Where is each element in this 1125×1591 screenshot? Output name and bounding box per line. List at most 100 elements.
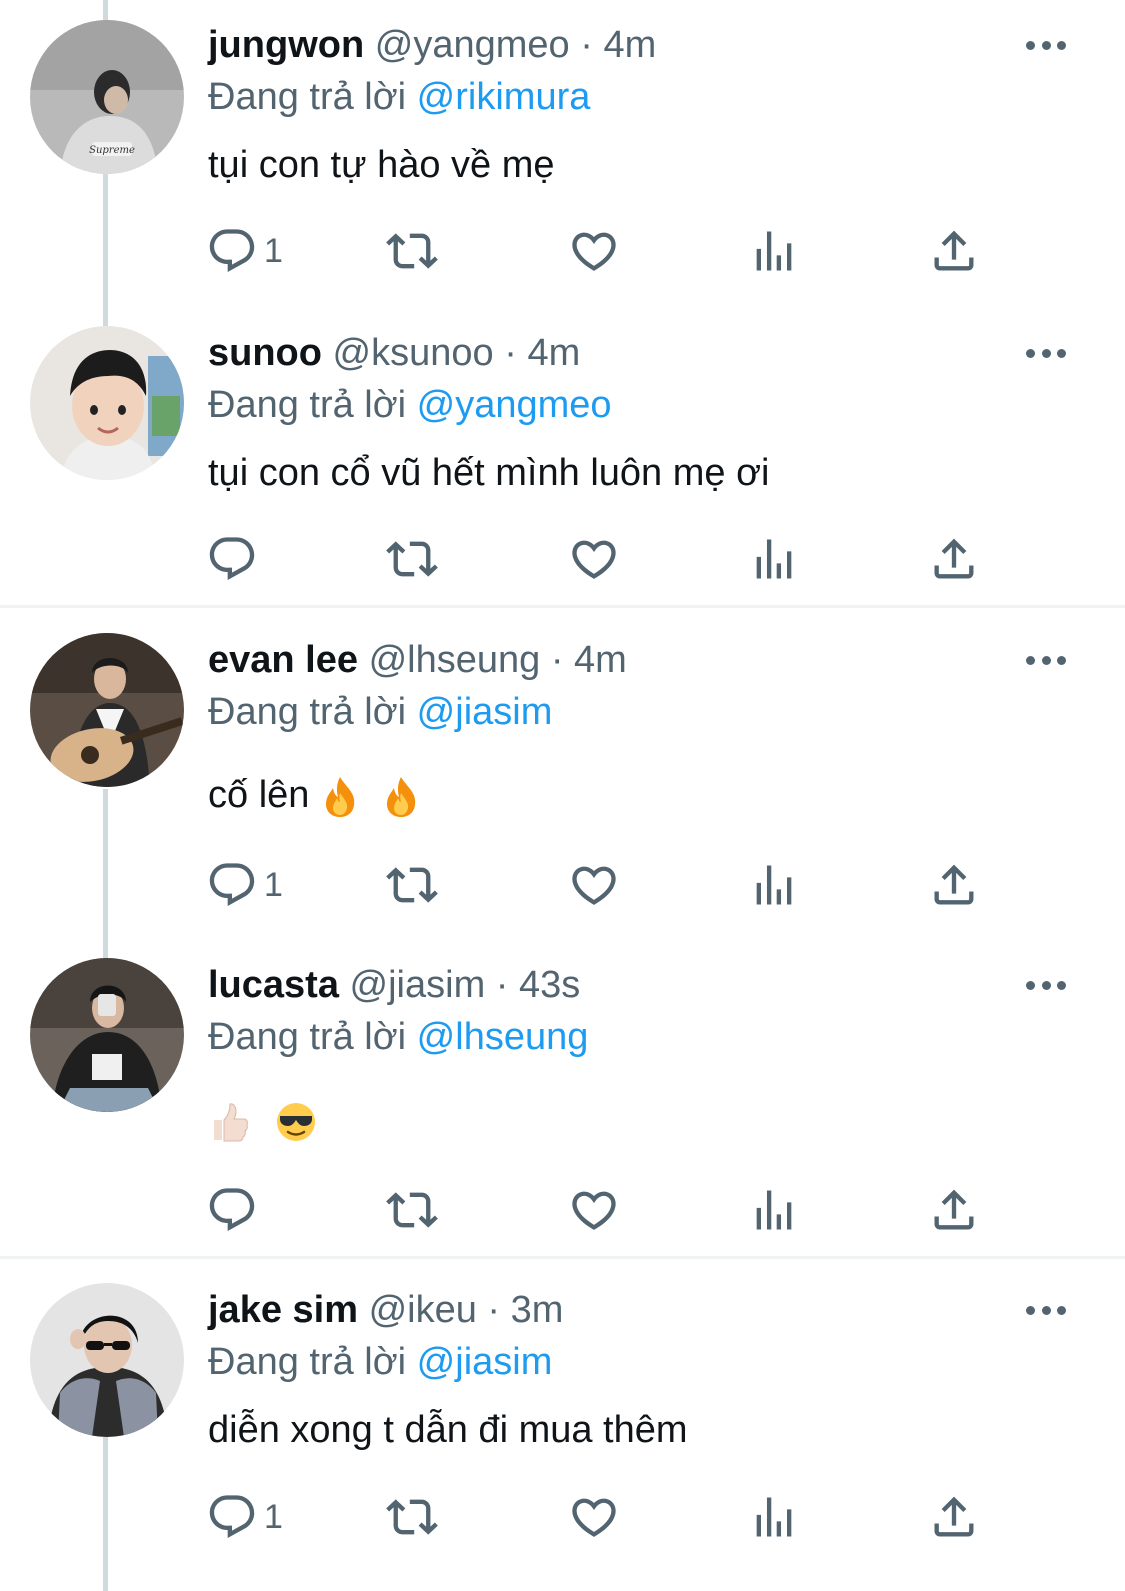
reply-icon <box>209 863 255 907</box>
timestamp[interactable]: 4m <box>527 332 580 374</box>
timestamp[interactable]: 4m <box>574 639 627 681</box>
timestamp[interactable]: 43s <box>519 964 580 1006</box>
tweet-text: cố lên <box>208 774 310 816</box>
reply-icon <box>209 1188 255 1232</box>
replying-to: Đang trả lời @rikimura <box>208 72 590 122</box>
replying-to-label: Đang trả lời <box>208 76 407 118</box>
heart-icon <box>572 1191 616 1230</box>
tweet-text: tụi con cổ vũ hết mình luôn mẹ ơi <box>208 452 770 494</box>
retweet-icon <box>386 867 438 903</box>
tweet-header: sunoo @ksunoo · 4m <box>208 328 580 378</box>
avatar-image <box>30 958 184 1112</box>
timestamp[interactable]: 3m <box>511 1289 564 1331</box>
like-button[interactable] <box>568 529 620 589</box>
share-icon <box>934 1496 974 1537</box>
tweet[interactable]: sunoo @ksunoo · 4m Đang trả lời @yangmeo… <box>0 308 1125 605</box>
reply-button[interactable] <box>206 529 264 589</box>
share-button[interactable] <box>928 1180 980 1240</box>
like-button[interactable] <box>568 221 620 281</box>
reply-button[interactable]: 1 <box>206 855 283 915</box>
retweet-button[interactable] <box>386 1487 438 1547</box>
avatar[interactable]: Supreme <box>30 20 184 174</box>
action-bar: 1 <box>200 855 1020 915</box>
display-name[interactable]: jungwon <box>208 24 364 66</box>
heart-icon <box>572 866 616 905</box>
user-handle[interactable]: @lhseung <box>369 639 541 681</box>
tweet-header: lucasta @jiasim · 43s <box>208 960 580 1010</box>
mention-link[interactable]: @jiasim <box>417 1341 553 1383</box>
avatar-image <box>30 633 184 787</box>
retweet-icon <box>386 1192 438 1228</box>
tweet-body <box>208 1095 317 1145</box>
more-icon[interactable] <box>1026 1302 1066 1318</box>
fire-emoji <box>386 776 415 817</box>
replying-to: Đang trả lời @jiasim <box>208 687 552 737</box>
share-button[interactable] <box>928 1487 980 1547</box>
views-button[interactable] <box>748 1487 800 1547</box>
views-button[interactable] <box>748 855 800 915</box>
more-icon[interactable] <box>1026 345 1066 361</box>
mention-link[interactable]: @jiasim <box>417 691 553 733</box>
heart-icon <box>572 540 616 579</box>
share-button[interactable] <box>928 221 980 281</box>
display-name[interactable]: evan lee <box>208 639 358 681</box>
share-icon <box>934 864 974 905</box>
avatar[interactable] <box>30 633 184 787</box>
reply-button[interactable]: 1 <box>206 221 283 281</box>
analytics-icon <box>756 1190 792 1230</box>
reply-count: 1 <box>264 231 283 270</box>
reply-count: 1 <box>264 865 283 904</box>
reply-button[interactable] <box>206 1180 264 1240</box>
share-button[interactable] <box>928 855 980 915</box>
replying-to: Đang trả lời @yangmeo <box>208 380 612 430</box>
avatar[interactable] <box>30 1283 184 1437</box>
display-name[interactable]: sunoo <box>208 332 322 374</box>
tweet[interactable]: jake sim @ikeu · 3m Đang trả lời @jiasim… <box>0 1265 1125 1591</box>
display-name[interactable]: jake sim <box>208 1289 358 1331</box>
tweet[interactable]: evan lee @lhseung · 4m Đang trả lời @jia… <box>0 615 1125 945</box>
retweet-button[interactable] <box>386 529 438 589</box>
user-handle[interactable]: @ikeu <box>369 1289 477 1331</box>
views-button[interactable] <box>748 221 800 281</box>
mention-link[interactable]: @lhseung <box>417 1016 589 1058</box>
like-button[interactable] <box>568 1180 620 1240</box>
retweet-button[interactable] <box>386 1180 438 1240</box>
views-button[interactable] <box>748 529 800 589</box>
separator-dot: · <box>550 639 564 681</box>
analytics-icon <box>756 231 792 271</box>
views-button[interactable] <box>748 1180 800 1240</box>
analytics-icon <box>756 1497 792 1537</box>
share-icon <box>934 538 974 579</box>
reply-feed: Supreme jungwon @yangmeo · 4m Đang trả l… <box>0 0 1125 1591</box>
more-icon[interactable] <box>1026 652 1066 668</box>
display-name[interactable]: lucasta <box>208 964 339 1006</box>
reply-icon <box>209 537 255 581</box>
more-icon[interactable] <box>1026 37 1066 53</box>
avatar-image <box>30 1283 184 1437</box>
thumbs-up-emoji <box>214 1103 248 1142</box>
timestamp[interactable]: 4m <box>603 24 656 66</box>
reply-button[interactable]: 1 <box>206 1487 283 1547</box>
share-button[interactable] <box>928 529 980 589</box>
share-icon <box>934 230 974 271</box>
like-button[interactable] <box>568 855 620 915</box>
replying-to-label: Đang trả lời <box>208 1341 407 1383</box>
retweet-button[interactable] <box>386 855 438 915</box>
mention-link[interactable]: @yangmeo <box>417 384 612 426</box>
avatar[interactable] <box>30 326 184 480</box>
action-bar: 1 <box>200 221 1020 281</box>
tweet[interactable]: Supreme jungwon @yangmeo · 4m Đang trả l… <box>0 0 1125 300</box>
tweet-header: jake sim @ikeu · 3m <box>208 1285 563 1335</box>
retweet-icon <box>386 1499 438 1535</box>
separator-dot: · <box>580 24 593 66</box>
user-handle[interactable]: @jiasim <box>350 964 486 1006</box>
user-handle[interactable]: @ksunoo <box>333 332 494 374</box>
retweet-button[interactable] <box>386 221 438 281</box>
avatar[interactable] <box>30 958 184 1112</box>
svg-text:Supreme: Supreme <box>89 145 135 156</box>
mention-link[interactable]: @rikimura <box>417 76 591 118</box>
more-icon[interactable] <box>1026 977 1066 993</box>
tweet[interactable]: lucasta @jiasim · 43s Đang trả lời @lhse… <box>0 940 1125 1256</box>
like-button[interactable] <box>568 1487 620 1547</box>
user-handle[interactable]: @yangmeo <box>375 24 570 66</box>
